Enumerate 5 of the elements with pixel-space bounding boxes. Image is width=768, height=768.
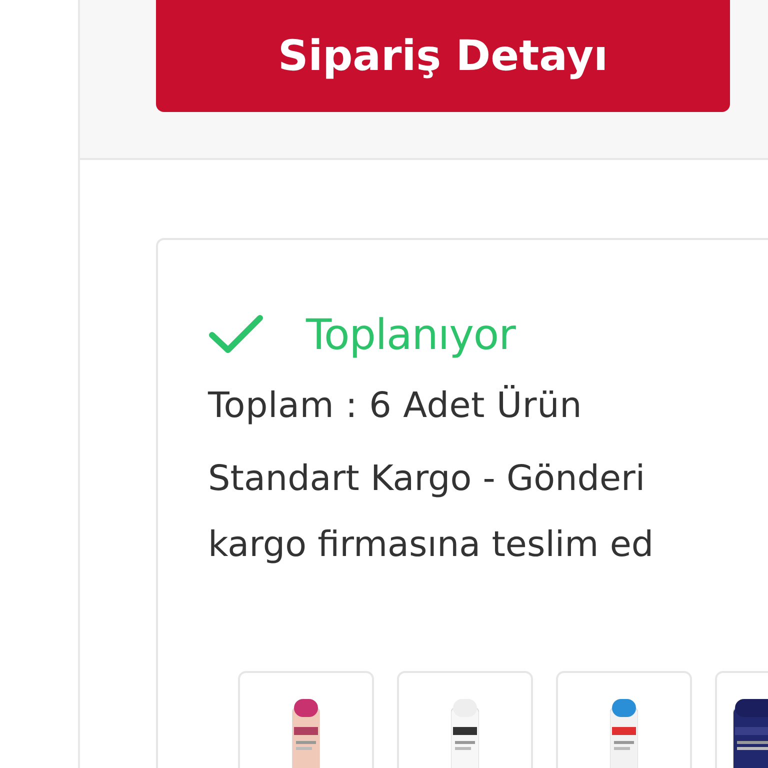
order-status: Toplanıyor	[306, 310, 516, 358]
order-detail-button[interactable]: Sipariş Detayı	[156, 0, 730, 112]
shipping-info: Standart Kargo - Gönderi	[208, 458, 646, 501]
shipping-info: kargo firmasına teslim ed	[208, 524, 655, 567]
item-total: Toplam : 6 Adet Ürün	[208, 386, 584, 426]
